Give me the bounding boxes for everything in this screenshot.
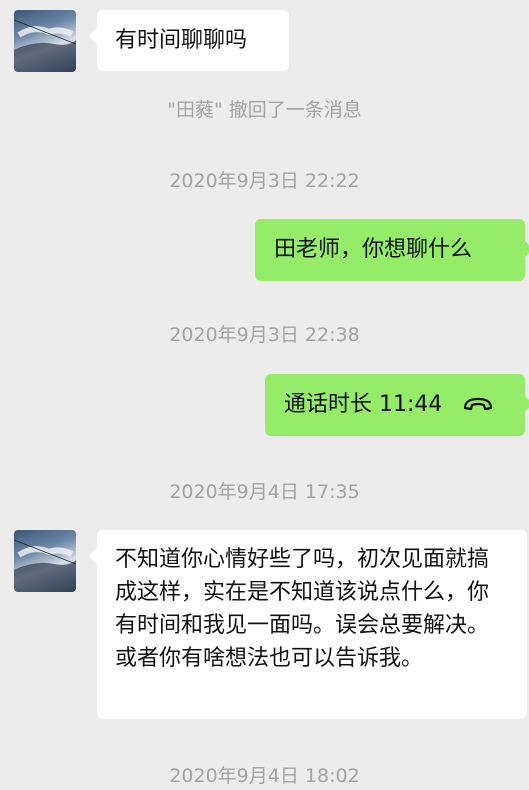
hangup-phone-icon bbox=[463, 389, 493, 422]
message-bubble-incoming[interactable]: 有时间聊聊吗 bbox=[89, 10, 289, 71]
timestamp: 2020年9月4日 18:02 bbox=[169, 765, 360, 787]
avatar[interactable] bbox=[14, 530, 76, 592]
call-record-bubble[interactable]: 通话时长 11:44 bbox=[265, 374, 529, 436]
message-text: 有时间聊聊吗 bbox=[115, 28, 248, 53]
avatar[interactable] bbox=[14, 10, 76, 72]
message-text: 田老师，你想聊什么 bbox=[274, 237, 473, 262]
recall-notice: "田蕤" 撤回了一条消息 bbox=[167, 99, 362, 121]
timestamp: 2020年9月4日 17:35 bbox=[169, 481, 360, 503]
message-text: 不知道你心情好些了吗，初次见面就搞成这样，实在是不知道该说点什么，你有时间和我见… bbox=[115, 547, 490, 671]
call-duration-text: 通话时长 11:44 bbox=[284, 392, 443, 417]
timestamp: 2020年9月3日 22:22 bbox=[169, 170, 360, 192]
message-bubble-outgoing[interactable]: 田老师，你想聊什么 bbox=[255, 219, 529, 281]
timestamp: 2020年9月3日 22:38 bbox=[169, 324, 360, 346]
message-bubble-incoming[interactable]: 不知道你心情好些了吗，初次见面就搞成这样，实在是不知道该说点什么，你有时间和我见… bbox=[89, 530, 527, 719]
